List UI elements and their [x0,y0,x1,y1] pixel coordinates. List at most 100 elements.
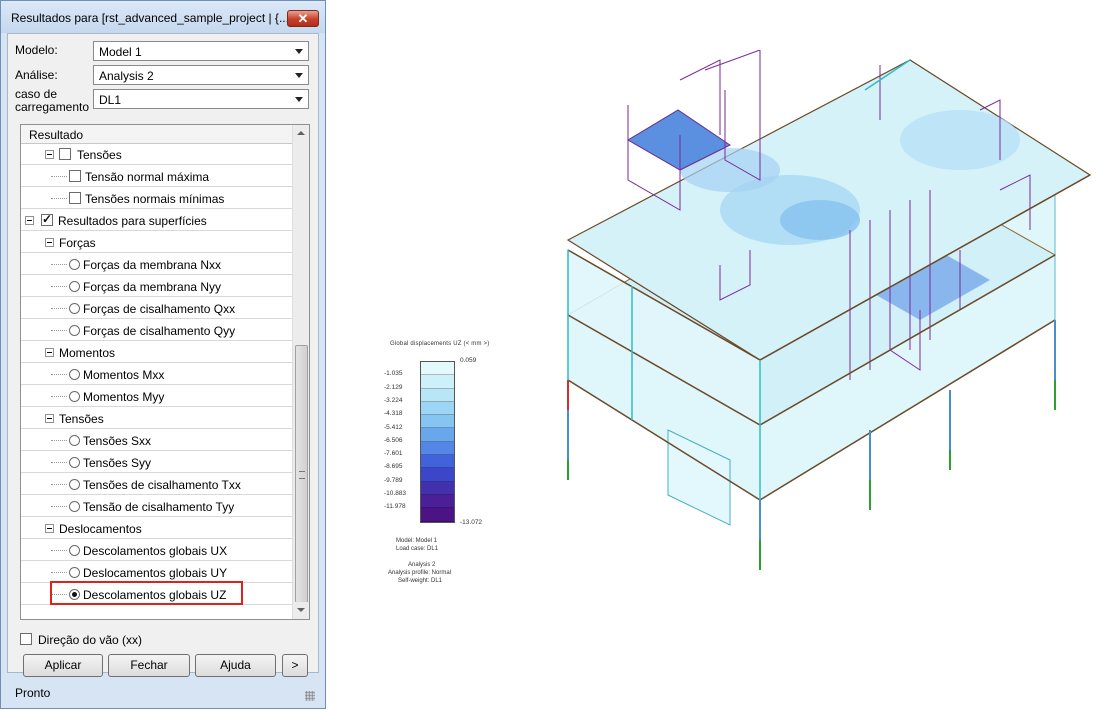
tree-row[interactable]: Momentos Mxx [21,364,292,385]
tree-row[interactable]: Tensões Sxx [21,430,292,451]
tree-item-label: Forças da membrana Nxx [83,258,222,272]
tree-checkbox[interactable] [69,170,81,182]
tree-item-label: Tensões de cisalhamento Txx [83,478,241,492]
tree-row[interactable]: Forças de cisalhamento Qyy [21,320,292,341]
caso-label-line2: carregamento [15,100,90,114]
tree-connector [51,198,67,199]
tree-row[interactable]: Forças da membrana Nyy [21,276,292,297]
legend-color-step [421,362,454,376]
modelo-dropdown[interactable]: Model 1 [93,41,309,61]
collapse-icon[interactable] [25,216,34,225]
tree-connector [51,396,67,397]
resize-grip-icon[interactable] [305,691,315,701]
roof-contour-2 [780,200,860,240]
collapse-icon[interactable] [45,150,54,159]
legend-color-step [421,415,454,429]
more-button[interactable]: > [282,654,308,677]
tree-item-label: Descolamentos globais UX [83,544,228,558]
fechar-button[interactable]: Fechar [108,654,190,677]
tree-item-label: Momentos Myy [83,390,165,404]
legend-color-step [421,455,454,469]
collapse-icon[interactable] [45,348,54,357]
tree-connector [51,550,67,551]
tree-item-label: Tensões Syy [83,456,152,470]
dialog-titlebar[interactable]: Resultados para [rst_advanced_sample_pro… [1,1,325,33]
tree-radio[interactable] [69,435,80,446]
scroll-up-button[interactable] [293,125,309,142]
legend-value: -4.318 [384,410,403,418]
tree-radio[interactable] [69,369,80,380]
tree-row[interactable]: Forças da membrana Nxx [21,254,292,275]
tree-checkbox[interactable] [41,212,53,226]
tree-item-label: Momentos Mxx [83,368,165,382]
tree-row[interactable]: Tensões de cisalhamento Txx [21,474,292,495]
tree-row[interactable]: Deslocamentos globais UY [21,562,292,583]
tree-radio[interactable] [69,479,80,490]
close-window-button[interactable]: ✕ [287,10,319,27]
tree-item-label: Tensão de cisalhamento Tyy [83,500,235,514]
collapse-icon[interactable] [45,238,54,247]
tree-item-label: Resultados para superfícies [58,214,207,228]
tree-row[interactable]: Tensão normal máxima [21,166,292,187]
legend-color-scale [420,361,455,523]
direction-checkbox[interactable] [20,633,32,645]
tree-row[interactable]: Forças [21,232,292,253]
tree-row[interactable]: Tensões [21,144,292,165]
tree-row[interactable]: Tensões Syy [21,452,292,473]
legend-value: -2.129 [384,383,403,391]
tree-row[interactable]: Tensões normais mínimas [21,188,292,209]
legend-load-case: Load case: DL1 [396,546,439,552]
tree-connector [51,506,67,507]
tree-item-label: Deslocamentos globais UY [83,566,228,580]
tree-checkbox[interactable] [69,192,81,204]
tree-item-label: Tensões Sxx [83,434,152,448]
tree-connector [51,484,67,485]
legend-value: -5.412 [384,423,403,431]
load-case-value: DL1 [99,93,122,107]
apply-button[interactable]: Aplicar [23,654,103,677]
tree-row[interactable]: Descolamentos globais UX [21,540,292,561]
legend-value: -11.978 [384,503,406,511]
tree-row[interactable]: Tensões [21,408,292,429]
dialog-title: Resultados para [rst_advanced_sample_pro… [11,11,289,25]
collapse-icon[interactable] [45,414,54,423]
legend-title: Global displacements UZ (< mm >) [390,341,490,347]
modelo-value: Model 1 [99,45,142,59]
tree-radio[interactable] [69,281,80,292]
load-case-dropdown[interactable]: DL1 [93,89,309,109]
tree-radio[interactable] [69,567,80,578]
tree-radio[interactable] [69,457,80,468]
help-button[interactable]: Ajuda [195,654,276,677]
analise-value: Analysis 2 [99,69,154,83]
roof-contour-3 [900,110,1020,170]
tree-header-label: Resultado [29,128,84,142]
tree-row[interactable]: Tensão de cisalhamento Tyy [21,496,292,517]
tree-radio[interactable] [69,501,80,512]
tree-item-label: Forças [59,236,96,250]
tree-connector [51,286,67,287]
tree-row[interactable]: Momentos [21,342,292,363]
tree-radio[interactable] [69,259,80,270]
collapse-icon[interactable] [45,524,54,533]
tree-row[interactable]: Momentos Myy [21,386,292,407]
tree-radio[interactable] [69,303,80,314]
tree-row[interactable]: Deslocamentos [21,518,292,539]
legend-color-step [421,508,454,522]
tree-item-label: Tensões [59,412,104,426]
legend-value: -1.035 [384,370,403,378]
tree-radio[interactable] [69,391,80,402]
tree-row[interactable]: Forças de cisalhamento Qxx [21,298,292,319]
legend-value: -10.883 [384,490,407,497]
tree-row[interactable]: Resultados para superfícies [21,210,292,231]
analise-dropdown[interactable]: Analysis 2 [93,65,309,85]
scroll-down-button[interactable] [293,602,309,619]
tree-radio[interactable] [69,325,80,336]
tree-scrollbar[interactable] [292,125,309,619]
results-tree[interactable]: Resultado Tensões Tensão normal máxima Ten… [20,124,310,620]
chevron-down-icon [295,49,303,54]
tree-checkbox[interactable] [59,148,71,160]
structure-3d-view[interactable] [560,50,1105,570]
tree-radio[interactable] [69,545,80,556]
legend-value: -9.789 [384,476,403,484]
scroll-thumb[interactable] [295,345,308,603]
